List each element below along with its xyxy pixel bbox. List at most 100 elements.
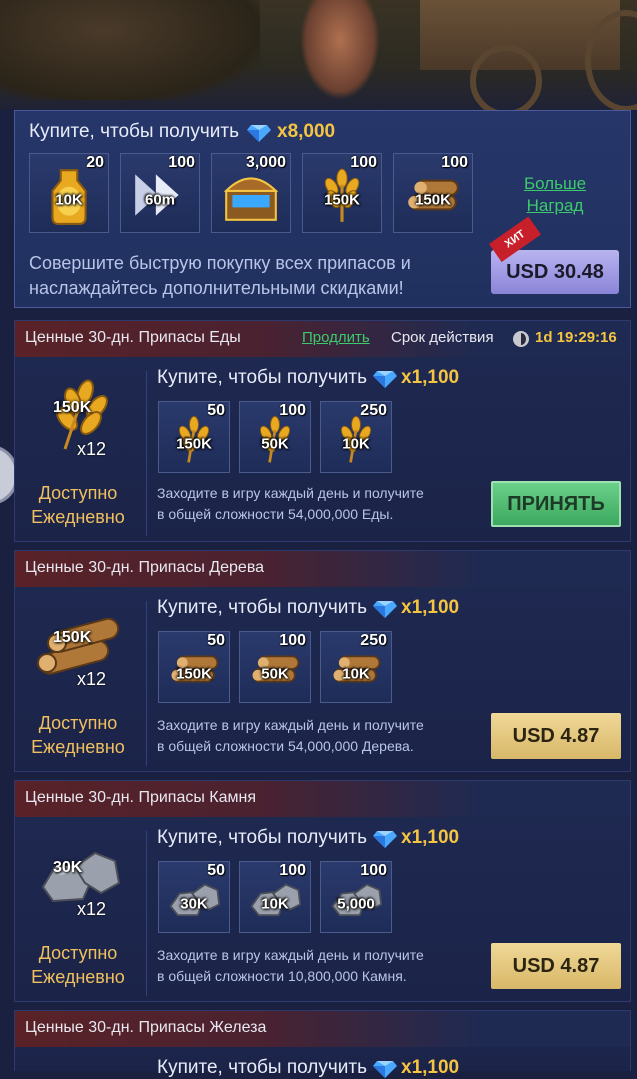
card-title: Купите, чтобы получить x1,100 xyxy=(157,367,459,389)
card-name: Ценные 30-дн. Припасы Железа xyxy=(25,1019,267,1036)
reward-item-wood[interactable]: 100 50K xyxy=(239,631,311,703)
divider xyxy=(146,831,147,996)
reward-item-wood[interactable]: 50 150K xyxy=(158,631,230,703)
term-label: Срок действия xyxy=(391,329,494,346)
item-count: 250 xyxy=(360,632,387,649)
item-count: 100 xyxy=(279,862,306,879)
card-title-text: Купите, чтобы получить xyxy=(157,827,367,848)
reward-item-wheat[interactable]: 250 10K xyxy=(320,401,392,473)
reward-item-wood[interactable]: 250 10K xyxy=(320,631,392,703)
card-title-text: Купите, чтобы получить xyxy=(157,597,367,618)
card-title: Купите, чтобы получить x1,100 xyxy=(157,1057,459,1079)
daily-resource: 150K x12 xyxy=(35,607,125,689)
card-name: Ценные 30-дн. Припасы Камня xyxy=(25,789,256,806)
item-amount: 150K xyxy=(176,665,212,683)
food-supply-card: Ценные 30-дн. Припасы Еды Продлить Срок … xyxy=(14,320,631,542)
divider xyxy=(146,601,147,766)
diamond-icon xyxy=(373,829,397,848)
divider xyxy=(146,371,147,536)
reward-item-wheat[interactable]: 100 150K xyxy=(302,153,382,233)
card-gem-amount: x1,100 xyxy=(401,827,460,848)
availability-label: Доступно xyxy=(38,483,118,503)
item-count: 50 xyxy=(207,632,225,649)
item-amount: 150K xyxy=(176,435,212,453)
diamond-icon xyxy=(373,599,397,618)
item-amount: 10K xyxy=(261,895,289,913)
availability-label: Ежедневно xyxy=(31,507,125,527)
wood-supply-card: Ценные 30-дн. Припасы Дерева 150K x12 До… xyxy=(14,550,631,772)
card-description-line: Заходите в игру каждый день и получите xyxy=(157,485,424,501)
item-amount: 5,000 xyxy=(337,895,375,913)
item-count: 100 xyxy=(279,402,306,419)
reward-item-wheat[interactable]: 50 150K xyxy=(158,401,230,473)
reward-item-wood[interactable]: 100 150K xyxy=(393,153,473,233)
card-header: Ценные 30-дн. Припасы Камня xyxy=(15,781,630,817)
card-gem-amount: x1,100 xyxy=(401,1057,460,1078)
diamond-icon xyxy=(373,369,397,388)
stone-supply-card: Ценные 30-дн. Припасы Камня 30K x12 Дост… xyxy=(14,780,631,1002)
card-header: Ценные 30-дн. Припасы Дерева xyxy=(15,551,630,587)
reward-item-gem-chest[interactable]: 3,000 xyxy=(211,153,291,233)
bundle-buy-button[interactable]: USD 30.48 xyxy=(491,250,619,294)
bundle-panel: Купите, чтобы получить x8,000 20 10K 100… xyxy=(14,110,631,308)
item-count: 3,000 xyxy=(245,154,286,171)
bundle-title-text: Купите, чтобы получить xyxy=(29,121,239,142)
card-description-line: в общей сложности 54,000,000 Еды. xyxy=(157,506,394,522)
item-amount: 50K xyxy=(261,435,289,453)
character-illustration xyxy=(300,0,380,100)
bundle-title: Купите, чтобы получить x8,000 xyxy=(29,121,335,143)
claim-button[interactable]: ПРИНЯТЬ xyxy=(491,481,621,527)
item-amount: 60m xyxy=(144,191,176,209)
reward-item-stone[interactable]: 100 10K xyxy=(239,861,311,933)
availability-label: Доступно xyxy=(38,713,118,733)
card-header: Ценные 30-дн. Припасы Железа xyxy=(15,1011,630,1047)
horse-illustration xyxy=(0,0,260,100)
availability-label: Ежедневно xyxy=(31,737,125,757)
daily-resource: 150K x12 xyxy=(35,377,125,459)
card-title-text: Купите, чтобы получить xyxy=(157,367,367,388)
item-amount: 10K xyxy=(55,191,83,209)
more-rewards-link[interactable]: Больше Наград xyxy=(505,173,605,217)
card-description-line: в общей сложности 54,000,000 Дерева. xyxy=(157,738,414,754)
daily-amount: 30K xyxy=(53,859,83,876)
bundle-description: Совершите быструю покупку всех припасов … xyxy=(29,251,411,301)
bundle-description-line: Совершите быструю покупку всех припасов … xyxy=(29,253,411,273)
reward-item-food-bottle[interactable]: 20 10K xyxy=(29,153,109,233)
card-resource-summary: 30K x12 Доступно Ежедневно xyxy=(15,817,141,1007)
item-count: 100 xyxy=(279,632,306,649)
card-gem-amount: x1,100 xyxy=(401,597,460,618)
moon-clock-icon xyxy=(513,331,529,347)
daily-amount: 150K xyxy=(53,399,92,416)
card-resource-summary: 150K x12 Доступно Ежедневно xyxy=(15,587,141,777)
reward-item-stone[interactable]: 100 5,000 xyxy=(320,861,392,933)
item-count: 100 xyxy=(350,154,377,171)
reward-item-speedup[interactable]: 100 60m xyxy=(120,153,200,233)
bundle-description-line: наслаждайтесь дополнительными скидками! xyxy=(29,278,404,298)
availability-label: Доступно xyxy=(38,943,118,963)
daily-multiplier: x12 xyxy=(77,669,107,689)
buy-button[interactable]: USD 4.87 xyxy=(491,713,621,759)
card-name: Ценные 30-дн. Припасы Еды xyxy=(25,329,241,346)
hero-banner xyxy=(0,0,637,110)
card-resource-summary: 150K x12 Доступно Ежедневно xyxy=(15,357,141,547)
item-count: 100 xyxy=(360,862,387,879)
buy-button[interactable]: USD 4.87 xyxy=(491,943,621,989)
item-amount: 50K xyxy=(261,665,289,683)
card-description-line: Заходите в игру каждый день и получите xyxy=(157,947,424,963)
item-count: 250 xyxy=(360,402,387,419)
renew-link[interactable]: Продлить xyxy=(302,329,370,346)
availability-label: Ежедневно xyxy=(31,967,125,987)
diamond-icon xyxy=(247,123,271,142)
card-description-line: в общей сложности 10,800,000 Камня. xyxy=(157,968,407,984)
item-count: 50 xyxy=(207,862,225,879)
card-description: Заходите в игру каждый день и получите в… xyxy=(157,483,424,525)
item-count: 100 xyxy=(168,154,195,171)
item-count: 100 xyxy=(441,154,468,171)
item-amount: 30K xyxy=(180,895,208,913)
cart-wheel-icon xyxy=(470,45,542,110)
item-amount: 10K xyxy=(342,435,370,453)
daily-resource: 30K x12 xyxy=(35,837,125,919)
reward-item-wheat[interactable]: 100 50K xyxy=(239,401,311,473)
reward-item-stone[interactable]: 50 30K xyxy=(158,861,230,933)
bundle-gem-amount: x8,000 xyxy=(277,121,336,142)
